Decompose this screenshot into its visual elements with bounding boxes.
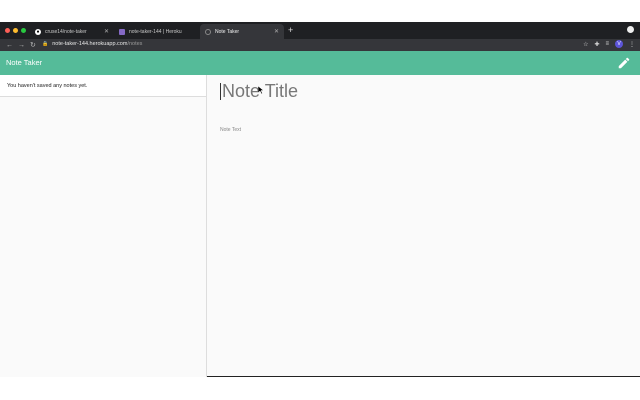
maximize-window-button[interactable]: [21, 28, 26, 33]
tab-heroku[interactable]: note-taker-144 | Heroku: [114, 24, 200, 39]
app-brand[interactable]: Note Taker: [6, 58, 42, 67]
empty-notes-message: You haven't saved any notes yet.: [0, 75, 206, 97]
notes-list: You haven't saved any notes yet.: [0, 75, 207, 377]
reload-icon[interactable]: ↻: [30, 41, 36, 49]
tab-strip: ● cruse14/note-taker ✕ note-taker-144 | …: [0, 22, 640, 39]
forward-arrow-icon[interactable]: →: [18, 42, 25, 49]
window-controls: [5, 28, 26, 33]
new-tab-button[interactable]: +: [288, 25, 293, 35]
bookmark-star-icon[interactable]: ☆: [583, 41, 588, 48]
extensions-puzzle-icon[interactable]: ✚: [594, 41, 599, 48]
more-menu-icon[interactable]: ⋮: [629, 41, 635, 48]
media-icon[interactable]: ≡: [605, 41, 609, 47]
address-bar[interactable]: 🔒 note-taker-144.herokuapp.com/notes: [42, 41, 142, 47]
close-tab-icon[interactable]: ✕: [104, 28, 109, 35]
heroku-icon: [119, 28, 125, 35]
mouse-cursor-icon: [258, 86, 264, 94]
url-host: note-taker-144.herokuapp.com: [52, 41, 128, 47]
tab-github[interactable]: ● cruse14/note-taker ✕: [30, 24, 114, 39]
github-icon: ●: [35, 28, 41, 35]
profile-avatar[interactable]: V: [615, 40, 623, 48]
toolbar-actions: ☆ ✚ ≡ V ⋮: [583, 40, 635, 48]
text-caret: [220, 83, 221, 100]
pencil-icon[interactable]: [617, 56, 631, 70]
tab-label: note-taker-144 | Heroku: [129, 28, 182, 35]
minimize-window-button[interactable]: [13, 28, 18, 33]
lock-icon: 🔒: [42, 41, 49, 47]
note-editor: Note Title Note Text: [208, 75, 640, 377]
close-window-button[interactable]: [5, 28, 10, 33]
tab-search-icon[interactable]: [627, 26, 634, 33]
note-text-input[interactable]: Note Text: [220, 127, 241, 133]
url-path: /notes: [127, 41, 143, 47]
tab-label: Note Taker: [215, 28, 240, 35]
back-arrow-icon[interactable]: ←: [6, 42, 13, 49]
globe-icon: [205, 28, 211, 35]
address-toolbar: ← → ↻ 🔒 note-taker-144.herokuapp.com/not…: [0, 39, 640, 51]
tab-note-taker[interactable]: Note Taker ✕: [200, 24, 284, 39]
browser-window: ● cruse14/note-taker ✕ note-taker-144 | …: [0, 22, 640, 377]
app-navbar: Note Taker: [0, 51, 640, 75]
close-tab-icon[interactable]: ✕: [274, 28, 279, 35]
tab-label: cruse14/note-taker: [45, 28, 87, 35]
